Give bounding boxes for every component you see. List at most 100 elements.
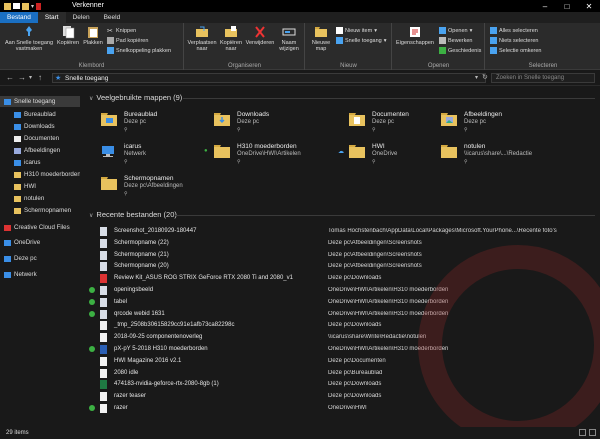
sidebar-item-onedrive[interactable]: OneDrive (0, 237, 80, 248)
frequent-folder-tile[interactable]: Schermopnamen Deze pc\Afbeeldingen ⚲ (100, 173, 212, 199)
document-folder-icon (349, 113, 365, 126)
search-input[interactable]: Zoeken in Snelle toegang (491, 73, 595, 83)
history-button[interactable]: Geschiedenis (439, 47, 481, 54)
recent-file-row[interactable]: 2018-09-25 componentenoverleg \\icarus\sh… (83, 332, 600, 343)
recent-file-row[interactable]: razer teaser Deze pc\Downloads (83, 391, 600, 402)
recent-file-row[interactable]: tabel OneDrive\HWI\Artikelen\H310 moederb… (83, 297, 600, 308)
new-folder-icon[interactable] (22, 2, 29, 10)
recent-file-row[interactable]: 2080 idle Deze pc\Bureaublad (83, 368, 600, 379)
paste-shortcut-button[interactable]: Snelkoppeling plakken (107, 47, 171, 54)
frequent-folders-header[interactable]: ∨ Veelgebruikte mappen (9) (89, 93, 182, 102)
properties-button[interactable]: Eigenschappen (395, 25, 435, 46)
sidebar-item-downloads[interactable]: Downloads (0, 121, 80, 132)
rename-button[interactable]: Naam wijzigen (275, 25, 303, 52)
open-button[interactable]: Openen ▾ (439, 27, 472, 34)
sidebar-item-notulen[interactable]: notulen (0, 193, 80, 204)
recent-file-row[interactable]: razer OneDrive\HWI (83, 403, 600, 414)
properties-icon[interactable] (13, 3, 20, 9)
folder-location: Deze pc (124, 119, 147, 125)
recent-file-row[interactable]: Review Kit_ASUS ROG STRIX GeForce RTX 20… (83, 273, 600, 284)
move-folder-icon (196, 26, 208, 37)
address-dropdown-icon[interactable]: ▾ (475, 74, 478, 81)
details-view-icon[interactable] (579, 429, 586, 436)
recent-file-row[interactable]: Schermopname (20) Deze pc\Afbeeldingen\Sc… (83, 261, 600, 272)
new-item-button[interactable]: Nieuw item ▾ (336, 27, 377, 34)
recent-file-row[interactable]: _tmp_2508b30615829cc91e1afb73ca82298c Dez… (83, 320, 600, 331)
sidebar-item-deze-pc[interactable]: Deze pc (0, 253, 80, 264)
cut-button[interactable]: ✂ Knippen (107, 27, 136, 36)
tab-bestand[interactable]: Bestand (0, 12, 38, 23)
app-icon (36, 2, 42, 10)
select-all-button[interactable]: Alles selecteren (490, 27, 538, 34)
recent-files-header[interactable]: ∨ Recente bestanden (20) (89, 210, 177, 219)
copy-to-button[interactable]: Kopiëren naar (217, 25, 245, 52)
forward-arrow-icon[interactable]: → (18, 73, 26, 82)
tab-start[interactable]: Start (37, 12, 66, 23)
group-label-klembord: Klembord (78, 63, 105, 69)
tab-delen[interactable]: Delen (66, 12, 97, 23)
address-bar[interactable]: ★ Snelle toegang (52, 73, 486, 83)
copy-button[interactable]: Kopiëren (56, 25, 80, 46)
sidebar-item-afbeeldingen[interactable]: Afbeeldingen (0, 145, 80, 156)
folder-icon (14, 195, 21, 202)
recent-file-row[interactable]: Schermopname (21) Deze pc\Afbeeldingen\Sc… (83, 250, 600, 261)
pin-icon (26, 26, 32, 36)
minimize-icon[interactable]: – (534, 0, 556, 12)
copy-path-button[interactable]: Pad kopiëren (107, 37, 148, 44)
chevron-down-icon[interactable]: ▾ (31, 3, 34, 10)
select-none-button[interactable]: Niets selecteren (490, 37, 538, 44)
frequent-folder-tile[interactable]: Bureaublad Deze pc ⚲ (100, 109, 212, 135)
sidebar-item-h310-moederborden[interactable]: H310 moederborden (0, 169, 80, 180)
invert-selection-button[interactable]: Selectie omkeren (490, 47, 542, 54)
frequent-folder-tile[interactable]: icarus Netwerk ⚲ (100, 141, 212, 167)
frequent-folder-tile[interactable]: Afbeeldingen Deze pc ⚲ (440, 109, 552, 135)
sidebar-item-label: H310 moederborden (24, 171, 80, 178)
sidebar-item-label: Creative Cloud Files (14, 224, 70, 231)
cloud-icon: ☁ (338, 149, 344, 155)
excel-file-icon (100, 380, 107, 390)
frequent-folder-tile[interactable]: notulen \\icarus\share\...\Redactie ⚲ (440, 141, 552, 167)
sidebar-item-hwi[interactable]: HWI (0, 181, 80, 192)
frequent-folder-tile[interactable]: ● H310 moederborden OneDrive\HWI\Artikelen… (204, 141, 325, 167)
recent-file-row[interactable]: qrcode webid 1631 OneDrive\HWI\Artikelen\… (83, 309, 600, 320)
move-to-button[interactable]: Verplaatsen naar (187, 25, 217, 52)
maximize-icon[interactable]: □ (556, 0, 578, 12)
edit-button[interactable]: Bewerken (439, 37, 472, 44)
tiles-view-icon[interactable] (589, 429, 596, 436)
sidebar-item-schermopnamen[interactable]: Schermopnamen (0, 205, 80, 216)
frequent-folder-tile[interactable]: Downloads Deze pc ⚲ (213, 109, 325, 135)
file-name: qrcode webid 1631 (114, 310, 165, 317)
easy-access-button[interactable]: Snelle toegang ▾ (336, 37, 386, 44)
delete-button[interactable]: Verwijderen (245, 25, 275, 46)
paste-button[interactable]: Plakken (81, 25, 105, 46)
sidebar-item-netwerk[interactable]: Netwerk (0, 269, 80, 280)
sidebar-item-bureaublad[interactable]: Bureaublad (0, 109, 80, 120)
folder-location: OneDrive (372, 151, 398, 157)
refresh-icon[interactable]: ↻ (482, 73, 488, 81)
back-arrow-icon[interactable]: ← (6, 73, 14, 82)
recent-file-row[interactable]: Schermopname (22) Deze pc\Afbeeldingen\Sc… (83, 238, 600, 249)
recent-file-row[interactable]: pX-pY 5-2018 H310 moederborden OneDrive\H… (83, 344, 600, 355)
recent-file-row[interactable]: 474183-nvidia-geforce-rtx-2080-8gb (1) De… (83, 379, 600, 390)
sidebar-item-documenten[interactable]: Documenten (0, 133, 80, 144)
sidebar-item-label: Bureaublad (24, 111, 56, 118)
window-controls: – □ ✕ (534, 0, 600, 12)
sidebar-item-icarus[interactable]: icarus (0, 157, 80, 168)
folder-icon (441, 145, 457, 158)
file-location: OneDrive\HWI\Artikelen\H310 moederborden (328, 287, 449, 293)
recent-file-row[interactable]: openingsbeeld OneDrive\HWI\Artikelen\H310… (83, 285, 600, 296)
sidebar-item-creative-cloud-files[interactable]: Creative Cloud Files (0, 222, 80, 233)
computer-icon (4, 255, 11, 262)
up-arrow-icon[interactable]: ↑ (38, 73, 42, 82)
recent-file-row[interactable]: HWI Magazine 2016 v2.1 Deze pc\Documenten (83, 356, 600, 367)
tab-beeld[interactable]: Beeld (97, 12, 128, 23)
chevron-down-icon[interactable]: ▾ (29, 74, 32, 81)
folder-name: Bureaublad (124, 111, 158, 118)
new-folder-button[interactable]: Nieuwe map (308, 25, 334, 52)
group-selecteren: Alles selecteren Niets selecteren Select… (486, 23, 600, 70)
recent-file-row[interactable]: Screenshot_20180929-180447 Tomas Hochsten… (83, 226, 600, 237)
sidebar-item-snelle-toegang[interactable]: Snelle toegang (0, 96, 80, 107)
pin-quick-access-button[interactable]: Aan Snelle toegang vastmaken (2, 25, 56, 52)
close-icon[interactable]: ✕ (578, 0, 600, 12)
sidebar-item-label: Deze pc (14, 255, 37, 262)
